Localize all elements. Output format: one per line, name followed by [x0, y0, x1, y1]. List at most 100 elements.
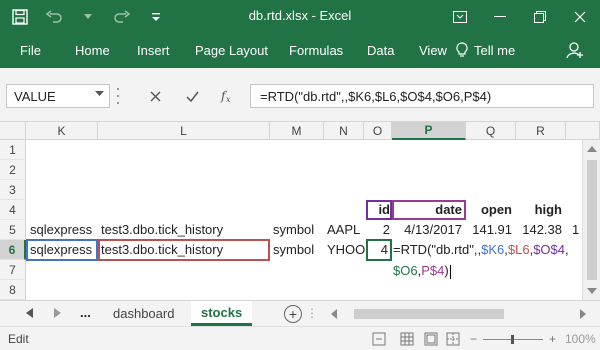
cell-r4[interactable]: high — [516, 200, 562, 220]
cell-o5[interactable]: 2 — [366, 220, 390, 240]
cell-n5[interactable]: AAPL — [327, 220, 360, 240]
vertical-scroll-thumb[interactable] — [587, 160, 597, 280]
svg-text:x: x — [226, 95, 231, 103]
row-header-4[interactable]: 4 — [0, 200, 26, 220]
row-header-5[interactable]: 5 — [0, 220, 26, 240]
tell-me-label: Tell me — [474, 42, 516, 58]
normal-view-icon[interactable] — [400, 332, 414, 346]
cell-s5-partial[interactable]: 1 — [572, 220, 579, 240]
cell-m6[interactable]: symbol — [273, 240, 314, 260]
page-break-view-icon[interactable] — [446, 332, 460, 346]
column-header-partial[interactable] — [566, 122, 600, 140]
restore-icon — [534, 11, 546, 23]
scroll-up-icon[interactable] — [587, 146, 597, 152]
name-box[interactable]: VALUE — [6, 84, 110, 108]
scroll-left-icon[interactable] — [331, 309, 337, 319]
tab-file[interactable]: File — [20, 43, 41, 58]
plus-icon: + — [288, 306, 298, 322]
tab-formulas[interactable]: Formulas — [289, 43, 343, 58]
scroll-down-icon[interactable] — [587, 288, 597, 294]
zoom-thumb[interactable] — [511, 334, 515, 344]
formula-ref-o4: $O$4 — [533, 242, 566, 257]
row-header-7[interactable]: 7 — [0, 260, 26, 280]
column-header-n[interactable]: N — [324, 122, 364, 140]
close-icon — [574, 11, 586, 23]
close-button[interactable] — [560, 0, 600, 34]
share-button[interactable] — [566, 41, 584, 62]
row-header-3[interactable]: 3 — [0, 180, 26, 200]
insert-function-icon: fx — [220, 89, 231, 103]
tab-page-layout[interactable]: Page Layout — [195, 43, 268, 58]
enter-button[interactable] — [180, 85, 204, 107]
cell-k6[interactable]: sqlexpress — [30, 240, 92, 260]
title-bar: db.rtd.xlsx - Excel — [0, 0, 600, 34]
cell-q4[interactable]: open — [466, 200, 512, 220]
zoom-out-icon[interactable]: − — [470, 332, 477, 346]
tab-data[interactable]: Data — [367, 43, 394, 58]
column-header-r[interactable]: R — [516, 122, 566, 140]
formula-bar-splitter[interactable] — [116, 88, 120, 104]
horizontal-scroll-thumb[interactable] — [354, 309, 504, 319]
cell-q5[interactable]: 141.91 — [466, 220, 512, 240]
zoom-in-icon[interactable]: + — [549, 332, 556, 346]
cell-m5[interactable]: symbol — [273, 220, 314, 240]
vertical-scrollbar[interactable] — [582, 140, 600, 300]
minimize-icon — [494, 16, 506, 17]
row-header-8[interactable]: 8 — [0, 280, 26, 300]
insert-function-button[interactable]: fx — [216, 85, 240, 107]
column-header-l[interactable]: L — [98, 122, 270, 140]
status-bar: Edit − + 100% — [0, 326, 600, 350]
cell-n6[interactable]: YHOO — [327, 240, 365, 260]
restore-button[interactable] — [520, 0, 560, 34]
row-header-1[interactable]: 1 — [0, 140, 26, 160]
cell-k5[interactable]: sqlexpress — [30, 220, 92, 240]
column-header-q[interactable]: Q — [466, 122, 516, 140]
cell-o4[interactable]: id — [366, 200, 390, 220]
add-sheet-button[interactable]: + — [284, 305, 302, 323]
formula-prefix: =RTD("db.rtd",, — [393, 242, 482, 257]
ribbon-display-options-button[interactable] — [440, 0, 480, 34]
page-layout-view-icon[interactable] — [424, 332, 438, 346]
column-header-p[interactable]: P — [392, 122, 466, 140]
zoom-track[interactable] — [483, 334, 544, 344]
select-all-corner[interactable] — [0, 122, 26, 140]
formula-ref-o6: $O6 — [393, 263, 418, 278]
scroll-right-icon[interactable] — [580, 309, 586, 319]
horizontal-scrollbar[interactable] — [340, 309, 570, 319]
accessibility-icon[interactable] — [372, 332, 386, 346]
tell-me-search[interactable]: Tell me — [456, 42, 515, 58]
column-header-k[interactable]: K — [26, 122, 98, 140]
minimize-button[interactable] — [480, 0, 520, 34]
text-cursor — [449, 264, 451, 279]
formula-input[interactable]: =RTD("db.rtd",,$K6,$L6,$O$4,$O6,P$4) — [250, 84, 594, 108]
sheet-tab-stocks[interactable]: stocks — [191, 301, 253, 326]
column-header-m[interactable]: M — [270, 122, 324, 140]
tab-view[interactable]: View — [419, 43, 447, 58]
row-header-6[interactable]: 6 — [0, 240, 26, 260]
cell-l5[interactable]: test3.dbo.tick_history — [101, 220, 223, 240]
tab-home[interactable]: Home — [75, 43, 110, 58]
cell-r5[interactable]: 142.38 — [516, 220, 562, 240]
cell-p4[interactable]: date — [392, 200, 462, 220]
cell-editor-line-1[interactable]: =RTD("db.rtd",,$K6,$L6,$O$4, — [393, 240, 571, 260]
zoom-slider[interactable]: − + — [470, 332, 556, 346]
cell-editor-line-2[interactable]: $O6,P$4) — [393, 261, 451, 281]
cell-o6[interactable]: 4 — [366, 240, 388, 260]
zoom-level[interactable]: 100% — [565, 332, 596, 346]
tab-split-handle[interactable]: ⋮ — [306, 306, 318, 320]
chevron-down-icon[interactable] — [95, 91, 104, 97]
cell-l6[interactable]: test3.dbo.tick_history — [101, 240, 223, 260]
row-header-2[interactable]: 2 — [0, 160, 26, 180]
window-controls — [440, 0, 600, 34]
formula-ref-p4: P$4 — [421, 263, 445, 278]
sheet-tab-dashboard[interactable]: dashboard — [103, 301, 184, 326]
formula-comma: , — [565, 242, 569, 257]
user-add-icon — [566, 42, 583, 59]
cell-p5[interactable]: 4/13/2017 — [392, 220, 462, 240]
more-sheets-button[interactable]: ... — [80, 305, 91, 320]
tab-insert[interactable]: Insert — [137, 43, 170, 58]
previous-sheet-icon[interactable] — [26, 308, 33, 318]
column-header-o[interactable]: O — [364, 122, 392, 140]
next-sheet-icon[interactable] — [54, 308, 61, 318]
cancel-button[interactable] — [143, 85, 167, 107]
